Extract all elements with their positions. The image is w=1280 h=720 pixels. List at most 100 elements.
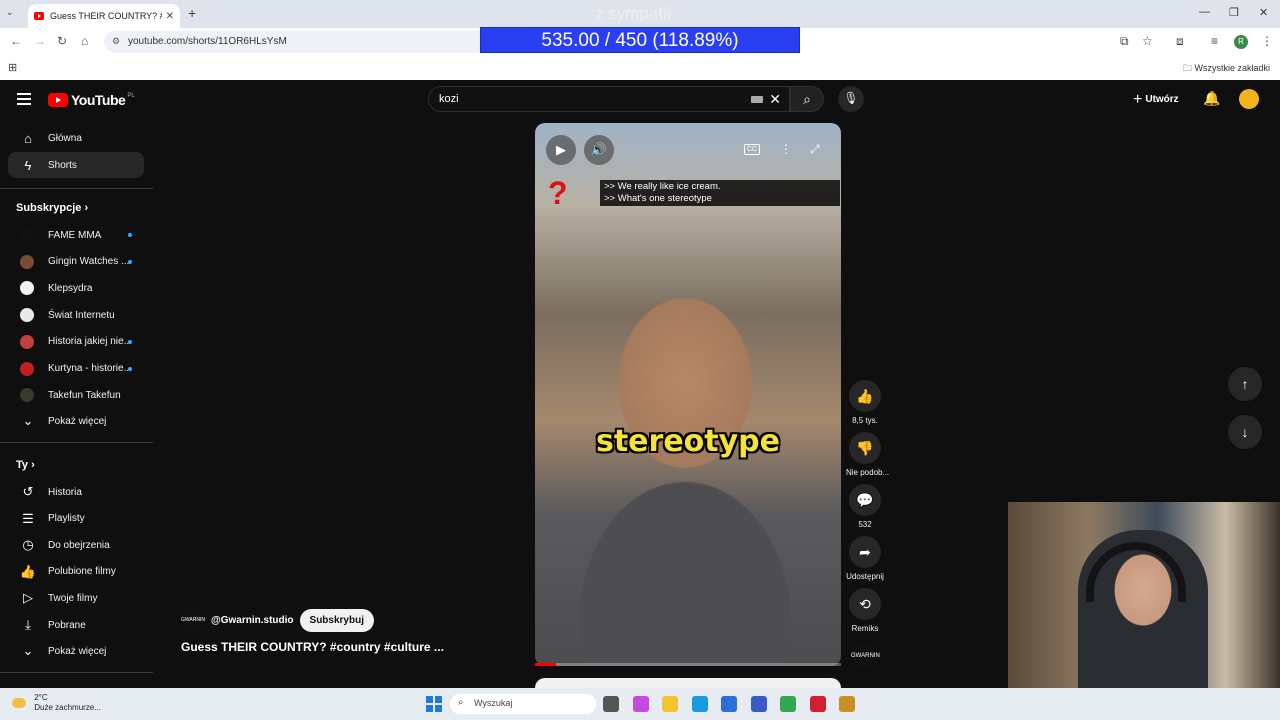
share-action[interactable]: ➦ Udostępnij	[846, 536, 884, 581]
sidebar-item-label: Polubione filmy	[48, 566, 116, 578]
sound-channel-avatar[interactable]: GWARNIN	[851, 643, 880, 669]
home-browser-icon[interactable]: ⌂	[81, 34, 88, 48]
fullscreen-icon[interactable]: ⤢	[810, 142, 820, 157]
sidebar-divider	[0, 442, 153, 443]
url-text: youtube.com/shorts/11OR6HLsYsM	[128, 36, 287, 47]
sidebar-subscription-item[interactable]: FAME MMA	[8, 222, 144, 248]
captions-button[interactable]: CC	[744, 144, 760, 155]
clear-search-icon[interactable]: ✕	[769, 91, 781, 108]
sidebar-subscription-item[interactable]: Klepsydra	[8, 275, 144, 301]
tab-close-icon[interactable]: ✕	[166, 11, 174, 22]
like-action[interactable]: 👍 8,5 tys.	[846, 380, 884, 425]
sidebar-item-label: Do obejrzenia	[48, 539, 110, 551]
forward-icon[interactable]: →	[34, 34, 46, 48]
apps-grid-icon[interactable]: ⊞	[8, 61, 17, 74]
play-button[interactable]: ▶	[546, 135, 576, 165]
active-tab[interactable]: Guess THEIR COUNTRY? #country #culture ✕	[28, 4, 180, 28]
notifications-bell-icon[interactable]: 🔔	[1203, 90, 1220, 107]
comments-action[interactable]: 💬 532	[846, 484, 884, 529]
url-field[interactable]: ⚙ youtube.com/shorts/11OR6HLsYsM	[104, 31, 504, 53]
sidebar-item-playlisty[interactable]: ☰ Playlisty	[8, 506, 144, 532]
sidebar-subscription-item[interactable]: Gingin Watches ...	[8, 249, 144, 275]
weather-widget[interactable]: 2°C Duże zachmurze...	[12, 693, 101, 713]
more-options-icon[interactable]: ⋮	[780, 142, 792, 156]
next-short-button[interactable]: ↓	[1228, 415, 1262, 449]
taskbar-app-icon[interactable]	[750, 696, 767, 712]
voice-search-button[interactable]: 🎙	[838, 86, 864, 112]
keyboard-icon[interactable]	[751, 96, 763, 103]
video-progress-bar[interactable]	[535, 663, 841, 666]
taskbar-app-icon[interactable]	[603, 696, 619, 712]
minimize-icon[interactable]: —	[1199, 6, 1210, 18]
channel-avatar-icon	[20, 334, 34, 349]
restore-icon[interactable]: ❐	[1229, 6, 1239, 19]
reload-icon[interactable]: ↻	[57, 34, 67, 48]
history-icon: ↺	[22, 484, 34, 499]
new-content-dot	[128, 259, 132, 264]
sidebar-item-historia[interactable]: ↺ Historia	[8, 479, 144, 505]
sidebar-you-more[interactable]: ⌄ Pokaż więcej	[8, 638, 144, 664]
sidebar-subscription-item[interactable]: Takefun Takefun	[8, 382, 144, 408]
tab-search-chevron-icon[interactable]: ⌄	[6, 7, 14, 18]
menu-icon[interactable]	[17, 93, 31, 105]
sidebar-item-twoje-filmy[interactable]: ▷ Twoje filmy	[8, 585, 144, 611]
new-tab-button[interactable]: +	[188, 5, 196, 21]
volume-button[interactable]: 🔊	[584, 135, 614, 165]
you-heading[interactable]: Ty ›	[16, 459, 35, 471]
all-bookmarks-button[interactable]: 🗀 Wszystkie zakładki	[1183, 61, 1270, 77]
back-icon[interactable]: ←	[10, 34, 22, 48]
sidebar-item-label: Kurtyna - historie...	[48, 363, 132, 374]
remix-action[interactable]: ⟲ Remiks	[846, 588, 884, 633]
sidebar-subscription-item[interactable]: Historia jakiej nie...	[8, 329, 144, 355]
account-avatar[interactable]	[1239, 89, 1259, 109]
arrow-down-icon: ↓	[1241, 424, 1249, 440]
sidebar-item-label: FAME MMA	[48, 229, 102, 241]
previous-short-button[interactable]: ↑	[1228, 367, 1262, 401]
taskbar-app-icon[interactable]	[839, 696, 855, 712]
channel-avatar-icon	[20, 254, 34, 269]
sidebar-subscription-item[interactable]: Kurtyna - historie...	[8, 356, 144, 382]
subscribe-button[interactable]: Subskrybuj	[299, 608, 374, 632]
install-app-icon[interactable]: ⧉	[1120, 34, 1129, 49]
create-button[interactable]: + Utwórz	[1133, 91, 1179, 109]
site-info-icon[interactable]: ⚙	[112, 36, 120, 47]
sidebar-subs-more[interactable]: ⌄ Pokaż więcej	[8, 408, 144, 434]
video-progress-fill	[535, 663, 557, 666]
bookmark-star-icon[interactable]: ☆	[1142, 34, 1153, 48]
taskbar-app-icon[interactable]	[691, 696, 708, 712]
media-control-icon[interactable]: ≡	[1211, 34, 1218, 48]
sidebar-item-shorts[interactable]: ϟ Shorts	[8, 152, 144, 178]
home-icon: ⌂	[24, 130, 32, 146]
subscriptions-heading[interactable]: Subskrypcje ›	[16, 202, 88, 214]
channel-handle[interactable]: @Gwarnin.studio	[211, 615, 294, 626]
taskbar-app-icon[interactable]	[632, 696, 649, 712]
taskbar-app-icon[interactable]	[721, 696, 737, 712]
taskbar-search-input[interactable]: ⌕ Wyszukaj	[450, 694, 596, 714]
chevron-right-icon: ›	[84, 202, 89, 214]
sidebar-subscription-item[interactable]: Świat Internetu	[8, 302, 144, 328]
browser-menu-icon[interactable]: ⋮	[1261, 34, 1273, 48]
thumb-down-icon: 👎	[849, 432, 881, 464]
window-close-icon[interactable]: ✕	[1259, 6, 1268, 19]
video-title[interactable]: Guess THEIR COUNTRY? #country #culture .…	[181, 640, 444, 654]
windows-start-icon[interactable]	[426, 696, 442, 712]
sidebar-item-polubione-filmy[interactable]: 👍 Polubione filmy	[8, 559, 144, 585]
sidebar-item-do-obejrzenia[interactable]: ◷ Do obejrzenia	[8, 532, 144, 558]
weather-temp: 2°C	[34, 693, 48, 702]
browser-profile-avatar[interactable]: R	[1234, 35, 1248, 49]
search-button[interactable]: ⌕	[790, 86, 824, 112]
channel-avatar[interactable]: GWARNIN	[181, 608, 205, 632]
sidebar-item-home[interactable]: ⌂ Główna	[8, 125, 144, 151]
search-input[interactable]: kozi ✕	[428, 86, 790, 112]
sidebar-divider	[0, 188, 153, 189]
sidebar-item-pobrane[interactable]: ⤓ Pobrane	[8, 612, 144, 638]
search-icon: ⌕	[458, 697, 464, 708]
taskbar-app-icon[interactable]	[809, 696, 826, 712]
youtube-logo[interactable]: YouTube PL	[48, 92, 135, 108]
dislike-action[interactable]: 👎 Nie podob...	[846, 432, 889, 477]
extensions-icon[interactable]: ⧈	[1176, 34, 1184, 49]
sidebar-item-label: Pobrane	[48, 619, 86, 631]
taskbar-app-icon[interactable]	[780, 696, 796, 712]
stream-overlay-text: z sympatii	[595, 4, 671, 23]
taskbar-app-icon[interactable]	[662, 696, 678, 712]
